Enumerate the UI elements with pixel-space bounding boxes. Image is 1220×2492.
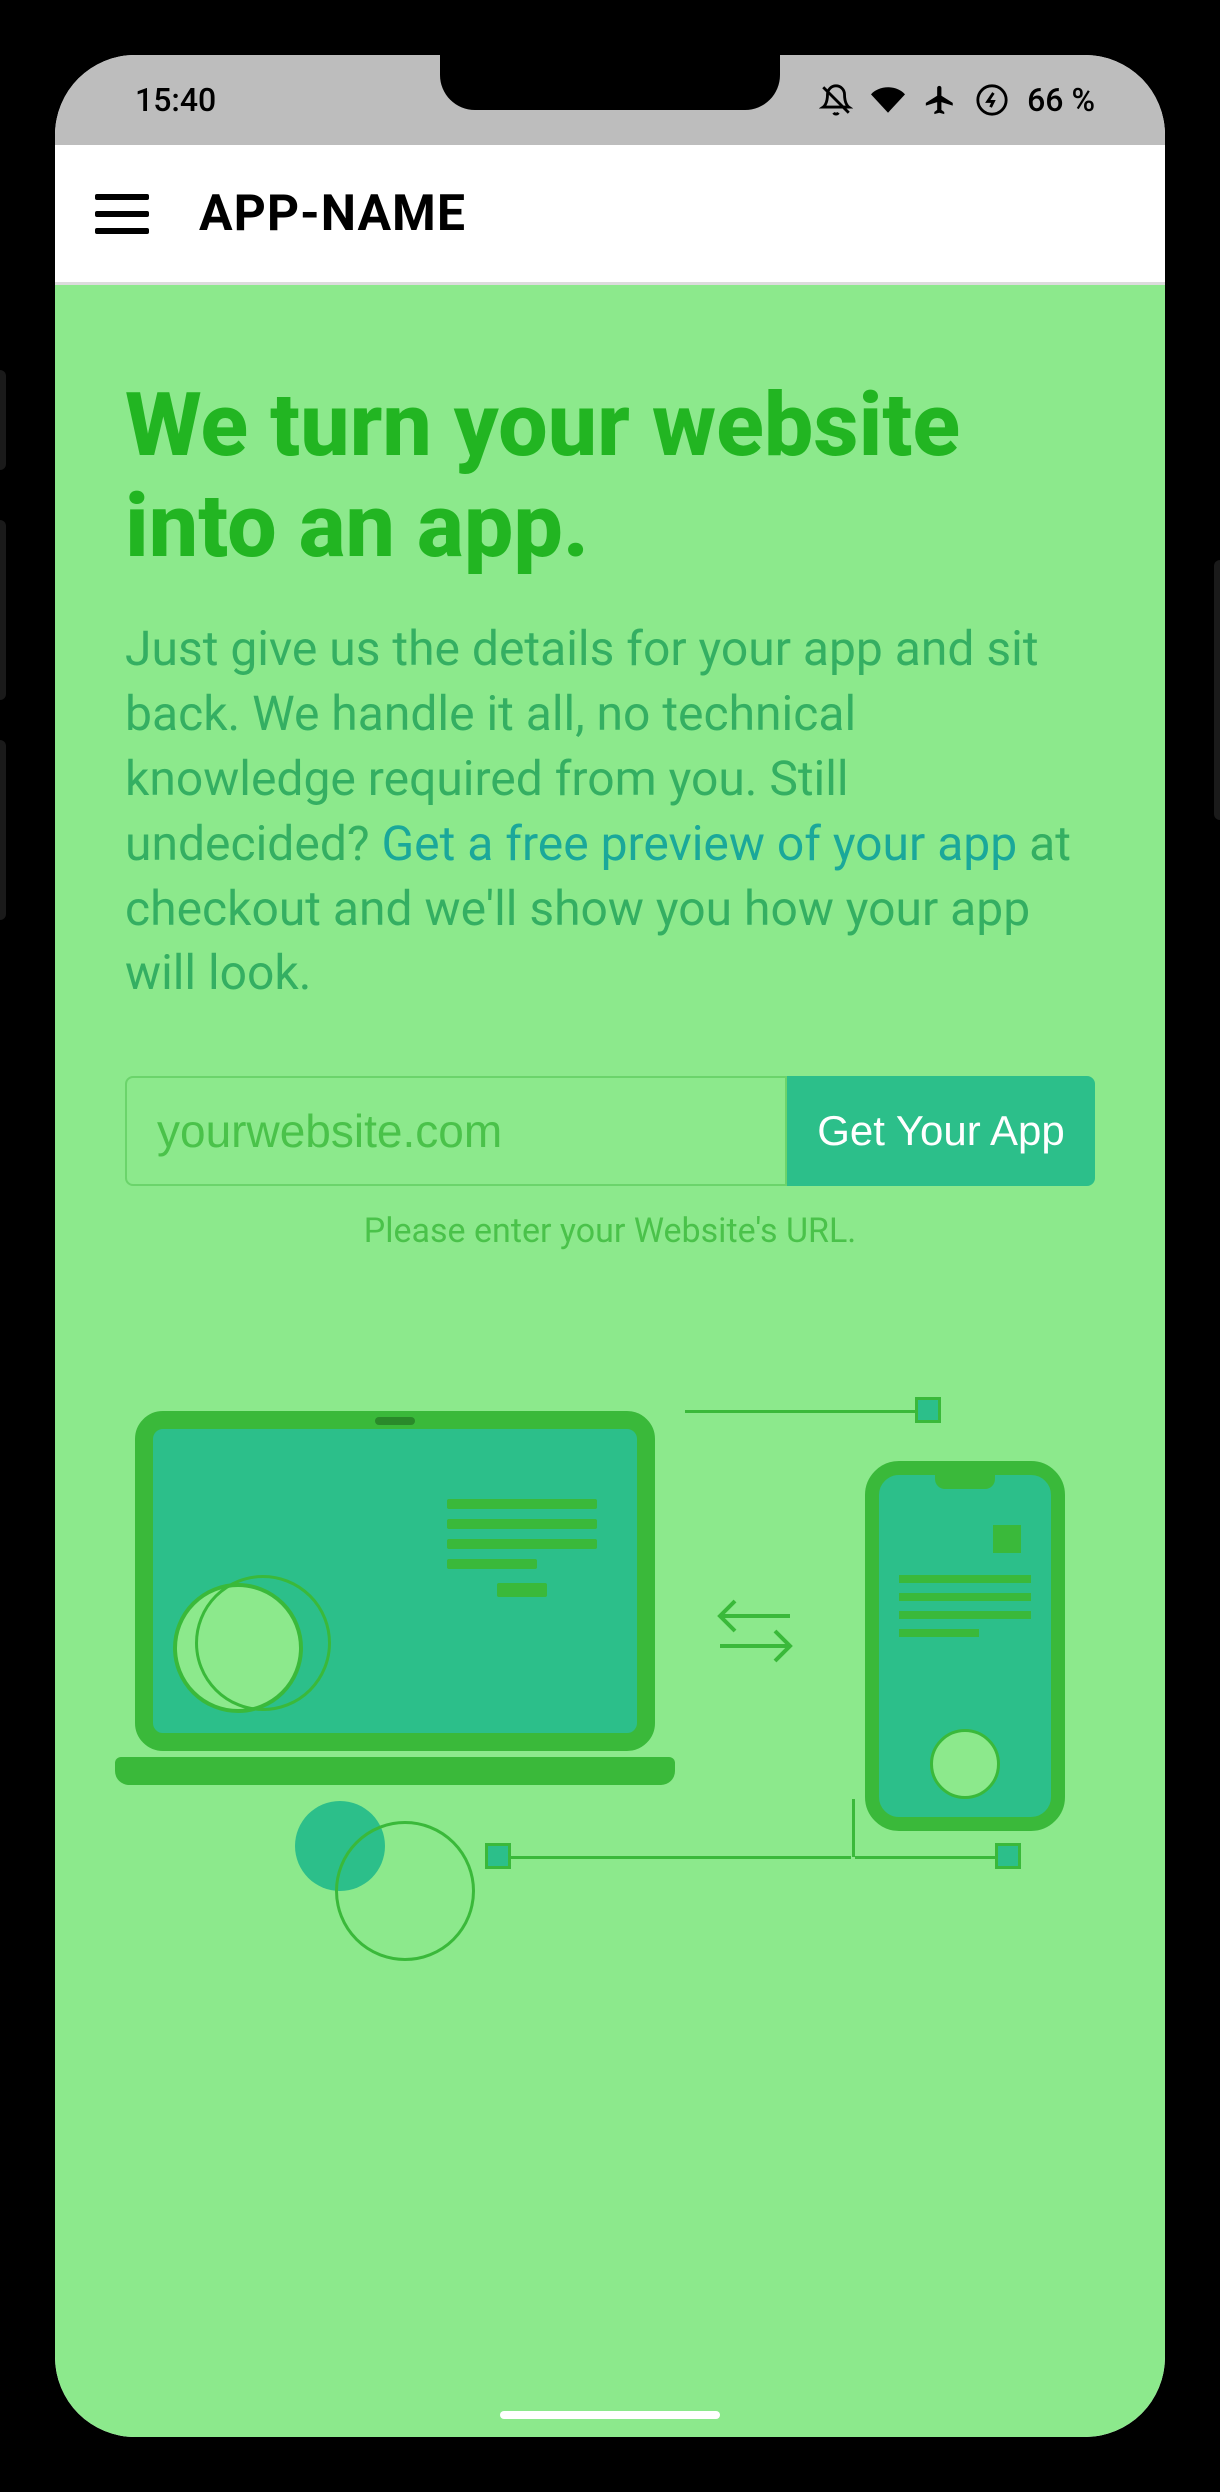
hero-subtext: Just give us the details for your app an… [125, 617, 1095, 1006]
phone-notch [440, 55, 780, 110]
phone-mockup-frame: 15:40 66 % APP-NAME We turn your website… [0, 0, 1220, 2492]
battery-percent: 66 % [1027, 81, 1095, 119]
input-helper-text: Please enter your Website's URL. [125, 1211, 1095, 1251]
side-button [0, 740, 6, 920]
hero-illustration [125, 1391, 1095, 1891]
notifications-off-icon [819, 83, 853, 117]
phone-illustration [865, 1461, 1065, 1831]
phone-screen: 15:40 66 % APP-NAME We turn your website… [55, 55, 1165, 2437]
side-button [0, 520, 6, 700]
url-input-row: Get Your App [125, 1076, 1095, 1186]
laptop-illustration [135, 1411, 675, 1811]
side-button [0, 370, 6, 470]
free-preview-link[interactable]: Get a free preview of your app [381, 815, 1017, 872]
menu-icon[interactable] [95, 194, 149, 234]
get-your-app-button[interactable]: Get Your App [787, 1076, 1095, 1186]
airplane-mode-icon [923, 83, 957, 117]
app-bar: APP-NAME [55, 145, 1165, 285]
battery-charging-icon [975, 83, 1009, 117]
hero-headline: We turn your website into an app. [125, 375, 1095, 577]
home-indicator[interactable] [500, 2411, 720, 2419]
website-url-input[interactable] [125, 1076, 787, 1186]
status-time: 15:40 [105, 81, 216, 119]
transfer-arrows-icon [705, 1591, 805, 1671]
side-button [1214, 560, 1220, 820]
app-title: APP-NAME [199, 185, 466, 243]
hero-section: We turn your website into an app. Just g… [55, 285, 1165, 2437]
wifi-icon [871, 83, 905, 117]
